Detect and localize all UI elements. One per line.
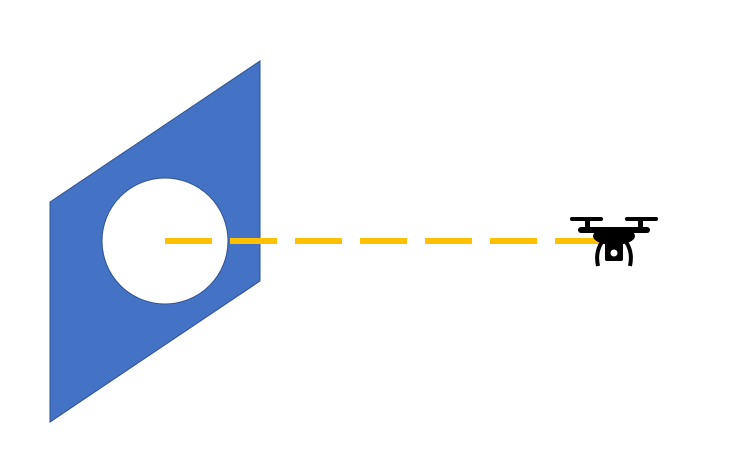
diagram-canvas [0,0,753,465]
wall-panel [49,60,261,423]
diagram-svg [49,60,658,423]
